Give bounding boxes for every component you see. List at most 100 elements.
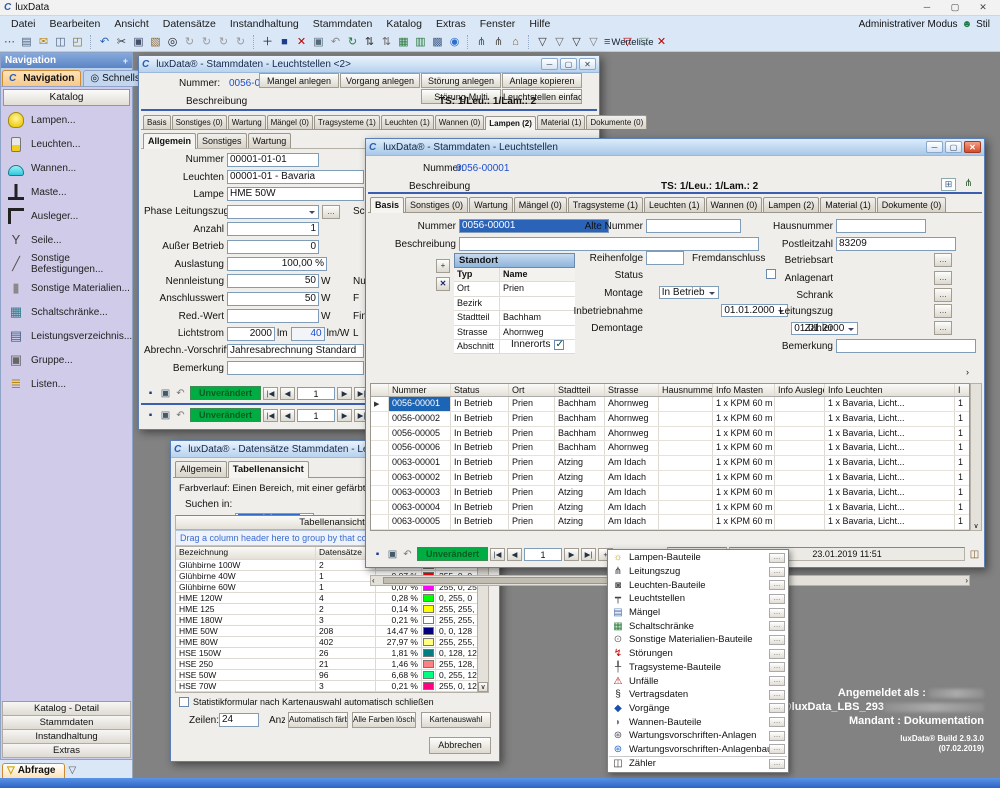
refresh-icon[interactable]: ↻ [200, 34, 217, 50]
status-dropdown[interactable]: In Betrieb [659, 286, 719, 299]
alte-nummer-field[interactable] [646, 219, 741, 233]
grid-row[interactable]: 0063-00004 In Betrieb Prien Atzing Am Id… [371, 501, 969, 516]
next-record-button[interactable]: ▶ [337, 409, 352, 422]
bemerkung-field[interactable] [227, 361, 364, 375]
duplicate-icon[interactable]: ▣ [312, 34, 329, 50]
anschlusswert-field[interactable]: 50 [227, 292, 319, 306]
context-menu-item[interactable]: ⚠ Unfälle … [609, 674, 787, 688]
grid-row[interactable]: 0063-00001 In Betrieb Prien Atzing Am Id… [371, 456, 969, 471]
toolbar-separator[interactable] [467, 35, 473, 49]
paste-icon[interactable]: ▧ [149, 34, 166, 50]
table-row[interactable]: HSE 150W 26 1,81 % 0, 128, 128 [176, 648, 488, 659]
row-selector[interactable] [371, 501, 389, 515]
record-tab[interactable]: Lampen (2) [763, 197, 819, 212]
undo-icon[interactable]: ↶ [173, 387, 188, 400]
table-row[interactable]: HSE 70W 3 0,21 % 255, 0, 128 [176, 681, 488, 692]
catalog-item[interactable]: ▦ Schaltschränke... [1, 300, 132, 324]
sub-tab[interactable]: Sonstiges [197, 133, 247, 148]
filter-wizard-icon[interactable]: ▽ [587, 34, 604, 50]
context-menu-item[interactable]: ☼ Lampen-Bauteile … [609, 551, 787, 565]
lookup-button[interactable]: … [934, 271, 952, 285]
color-cell[interactable] [422, 637, 436, 647]
auto-color-button[interactable]: Automatisch färben [288, 712, 348, 728]
column-header[interactable]: Hausnummer [659, 384, 713, 396]
reihenfolge-field[interactable] [646, 251, 684, 265]
table-row[interactable]: HME 180W 3 0,21 % 255, 255, 255 [176, 615, 488, 626]
save-icon[interactable]: ▪ [143, 409, 158, 422]
undo-icon[interactable]: ↶ [173, 409, 188, 422]
refresh-icon[interactable]: ↻ [183, 34, 200, 50]
menu-item-options-button[interactable]: … [769, 717, 785, 727]
column-header[interactable]: Bezeichnung [176, 547, 316, 559]
column-header[interactable]: Strasse [605, 384, 659, 396]
record-tab[interactable]: Leuchten (1) [644, 197, 705, 212]
grid-row[interactable]: 0056-00001 In Betrieb Prien Bachham Ahor… [371, 397, 969, 412]
stil-label[interactable]: Stil [976, 19, 990, 30]
maximize-button[interactable]: ▢ [560, 58, 577, 70]
row-selector[interactable] [371, 515, 389, 529]
menu-item[interactable]: Datensätze [156, 17, 223, 31]
lichtstrom-field[interactable]: 2000 [227, 327, 275, 341]
table-row[interactable]: HME 80W 402 27,97 % 255, 255, 128 [176, 637, 488, 648]
refresh-icon[interactable]: ↻ [234, 34, 251, 50]
panel-switch-button[interactable]: Katalog - Detail [2, 702, 131, 716]
hausnummer-field[interactable] [836, 219, 926, 233]
panel-switch-button[interactable]: Extras [2, 744, 131, 758]
menu-item-options-button[interactable]: … [769, 731, 785, 741]
color-cell[interactable] [422, 681, 436, 691]
cut-icon[interactable]: ✂ [115, 34, 132, 50]
first-record-button[interactable]: |◀ [263, 409, 278, 422]
filter-icon[interactable]: ▽ [536, 34, 553, 50]
anzahl-field[interactable]: 1 [227, 222, 319, 236]
next-record-button[interactable]: ▶ [564, 548, 579, 561]
nummer-field[interactable]: 00001-01-01 [227, 153, 319, 167]
record-tab[interactable]: Material (1) [820, 197, 876, 212]
grid-row[interactable]: 0056-00002 In Betrieb Prien Bachham Ahor… [371, 412, 969, 427]
nennleistung-field[interactable]: 50 [227, 274, 319, 288]
color-cell[interactable] [422, 648, 436, 658]
menu-item-options-button[interactable]: … [769, 759, 785, 769]
menu-item[interactable]: Extras [429, 17, 473, 31]
window-titlebar[interactable]: C luxData® - Stammdaten - Leuchtstellen … [366, 139, 984, 156]
lampe-field[interactable]: HME 50W [227, 187, 364, 201]
mail-icon[interactable]: ✉ [37, 34, 54, 50]
copy-record-icon[interactable]: ▣ [158, 409, 173, 422]
context-menu-item[interactable]: ◆ Vorgänge … [609, 702, 787, 716]
innerorts-checkbox[interactable] [554, 340, 564, 350]
phase-leitungszug-dropdown[interactable] [227, 205, 319, 219]
print-preview-icon[interactable]: ◫ [54, 34, 71, 50]
lookup-button[interactable]: … [934, 253, 952, 267]
menu-item-options-button[interactable]: … [769, 690, 785, 700]
menu-item-options-button[interactable]: … [769, 635, 785, 645]
hierarchy-icon[interactable]: ⋔ [961, 178, 976, 191]
record-tab[interactable]: Material (1) [537, 115, 585, 129]
app-maximize-button[interactable]: ▢ [942, 2, 968, 13]
context-menu-item[interactable]: ◗ Wannen-Bauteile … [609, 715, 787, 729]
color-swatch[interactable] [423, 616, 434, 624]
menu-item-options-button[interactable]: … [769, 676, 785, 686]
first-record-button[interactable]: |◀ [490, 548, 505, 561]
filter-clear-icon[interactable]: ✕ [655, 34, 672, 50]
catalog-item[interactable]: ≣ Listen... [1, 372, 132, 396]
scroll-down-arrow[interactable]: ∨ [478, 682, 488, 692]
katalog-header-button[interactable]: Katalog [3, 89, 130, 106]
lookup-button[interactable]: … [934, 304, 952, 318]
grid-vertical-scrollbar[interactable]: ∨ [970, 383, 982, 531]
column-header[interactable]: Stadtteil [555, 384, 605, 396]
color-swatch[interactable] [423, 638, 434, 646]
refresh-record-icon[interactable]: ↻ [346, 34, 363, 50]
catalog-item[interactable]: ▮ Sonstige Materialien... [1, 276, 132, 300]
ausser-betrieb-field[interactable]: 0 [227, 240, 319, 254]
recent-icon[interactable]: ⋯ [3, 34, 20, 50]
row-selector[interactable] [371, 486, 389, 500]
save-icon[interactable]: ▪ [143, 387, 158, 400]
menu-item-options-button[interactable]: … [769, 580, 785, 590]
scroll-left-arrow[interactable]: ‹ [372, 576, 375, 585]
menu-item[interactable]: Hilfe [522, 17, 557, 31]
toolbar-separator[interactable] [90, 35, 96, 49]
record-number-field[interactable]: 1 [524, 548, 562, 561]
filter-add-icon[interactable]: ▽ [621, 34, 638, 50]
context-menu-item[interactable]: ↯ Störungen … [609, 647, 787, 661]
catalog-item[interactable]: Maste... [1, 180, 132, 204]
record-tab[interactable]: Mängel (0) [267, 115, 313, 129]
